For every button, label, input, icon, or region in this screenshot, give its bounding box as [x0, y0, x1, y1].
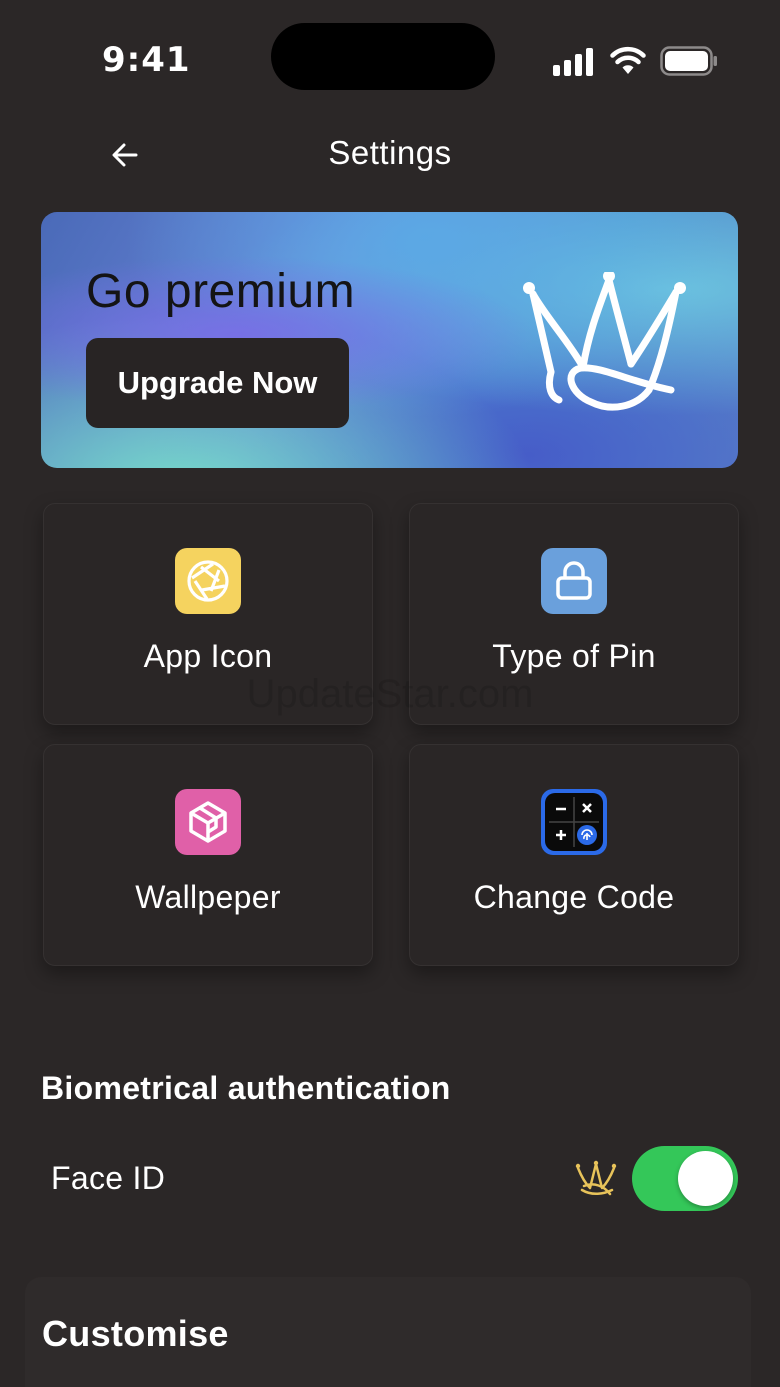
tile-label: Wallpeper — [135, 879, 281, 915]
calculator-icon — [541, 789, 607, 855]
tile-app-icon[interactable]: App Icon — [43, 503, 373, 725]
tile-type-of-pin[interactable]: Type of Pin — [409, 503, 739, 725]
tile-label: Type of Pin — [492, 638, 656, 674]
tile-label: Change Code — [473, 879, 675, 915]
status-bar: 9:41 — [0, 0, 780, 110]
wifi-icon — [610, 46, 646, 74]
biometric-section-title: Biometrical authentication — [41, 1070, 451, 1106]
page-title: Settings — [328, 134, 452, 171]
status-time: 9:41 — [102, 40, 191, 80]
customise-card: Customise — [25, 1277, 751, 1387]
customise-title: Customise — [42, 1313, 229, 1354]
face-id-toggle[interactable] — [632, 1146, 738, 1211]
lock-icon — [541, 548, 607, 614]
tile-wallpaper[interactable]: Wallpeper — [43, 744, 373, 966]
premium-title: Go premium — [86, 265, 356, 318]
signal-icon — [553, 48, 595, 76]
upgrade-now-button[interactable]: Upgrade Now — [86, 338, 349, 428]
crown-icon — [575, 1160, 617, 1196]
dynamic-island — [271, 23, 495, 90]
crown-icon — [523, 272, 686, 411]
aperture-icon — [175, 548, 241, 614]
tile-change-code[interactable]: Change Code — [409, 744, 739, 966]
face-id-label: Face ID — [51, 1160, 166, 1196]
battery-icon — [660, 46, 717, 76]
nav-header: Settings — [0, 120, 780, 190]
premium-banner: Go premium Upgrade Now — [41, 212, 738, 468]
tile-label: App Icon — [143, 638, 273, 674]
cube-icon — [175, 789, 241, 855]
toggle-knob — [678, 1151, 733, 1206]
